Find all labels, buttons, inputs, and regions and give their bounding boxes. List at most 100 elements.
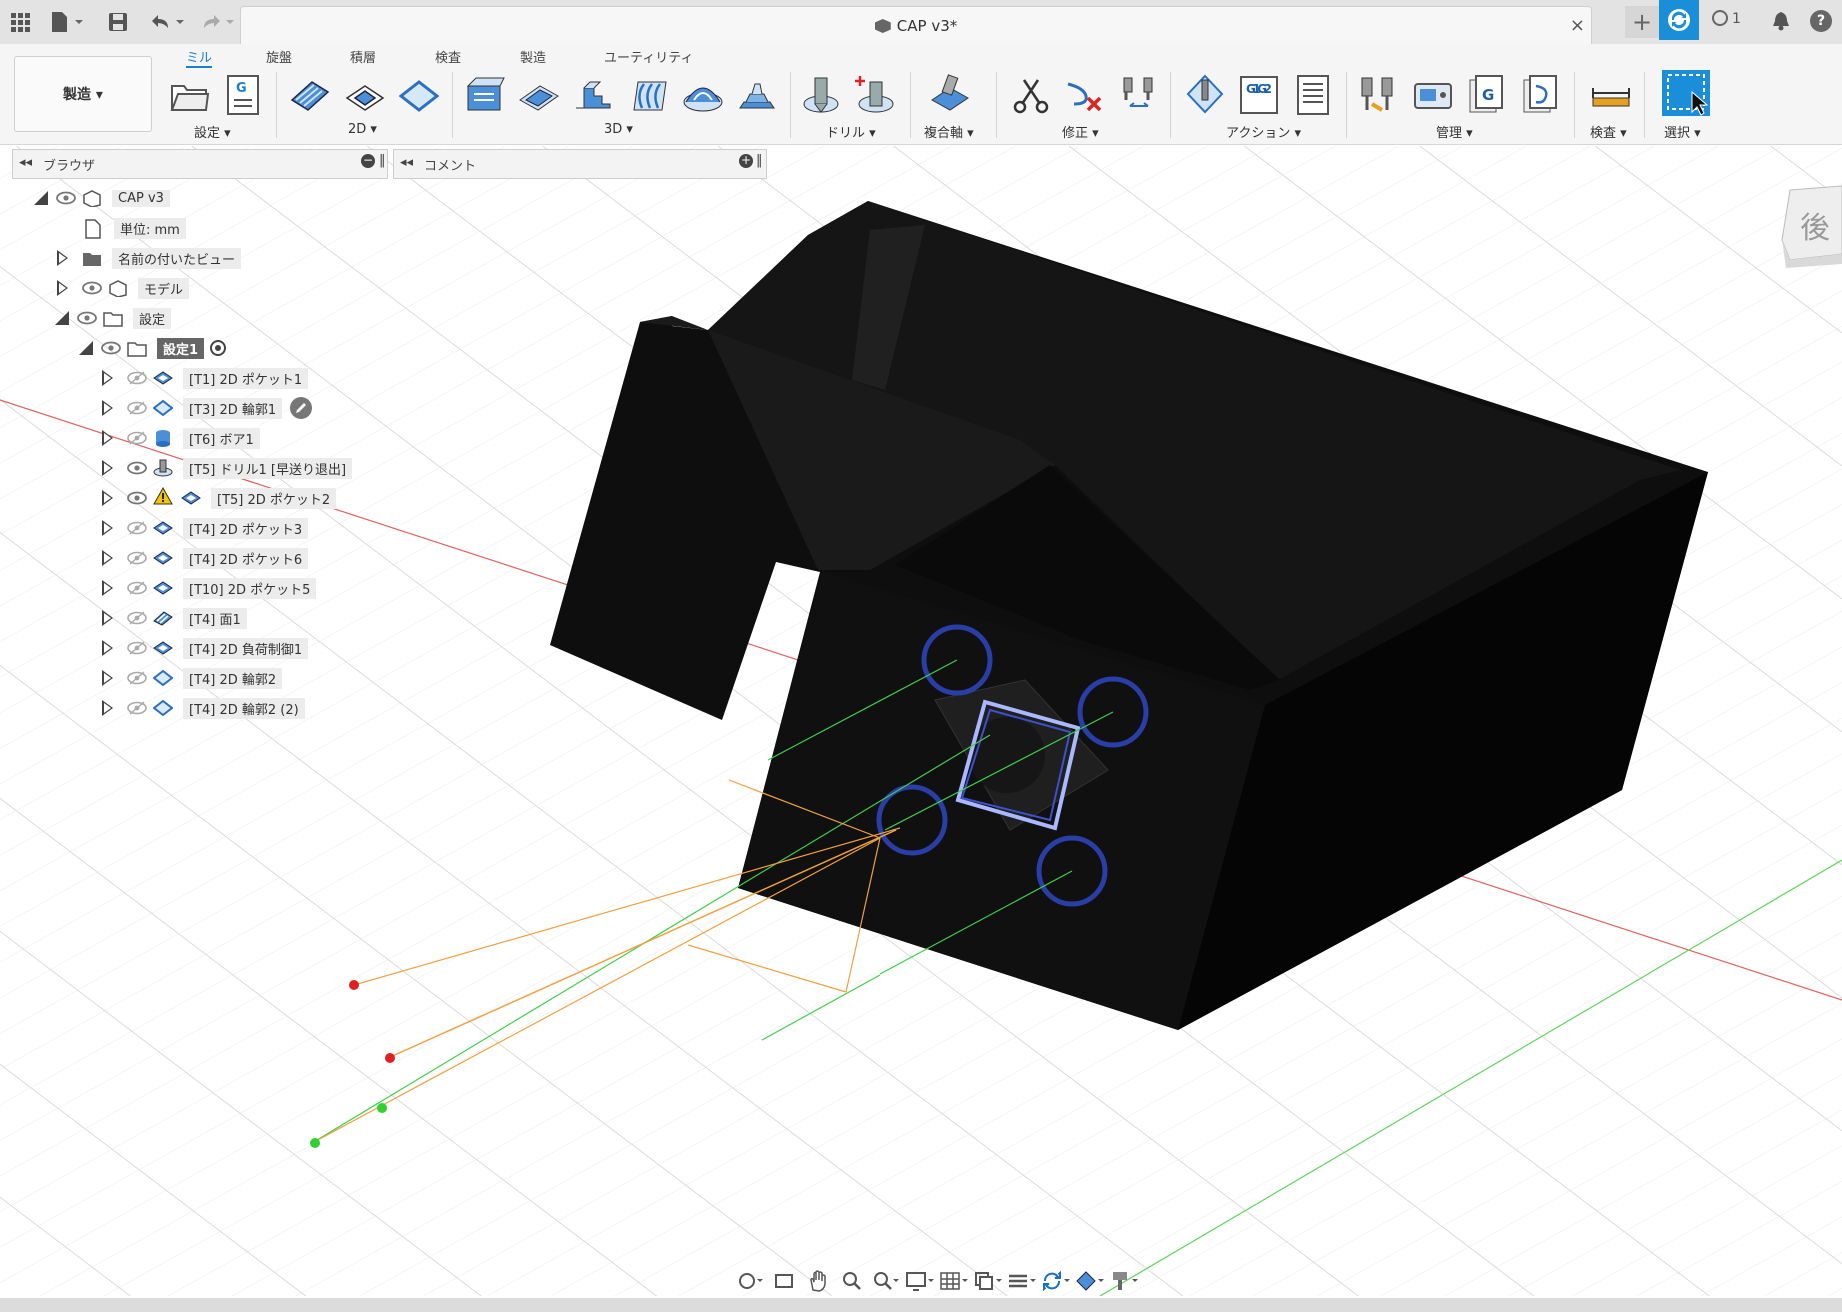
tab-utilities[interactable]: ユーティリティ [604,47,693,66]
collapse-arrow-icon[interactable] [55,311,69,325]
expand-arrow-icon[interactable] [102,670,113,686]
tool-manage-icon[interactable] [1358,74,1400,116]
eye-icon[interactable] [127,371,147,385]
setup-group-label[interactable]: 設定 ▾ [194,122,231,141]
machine-library-icon[interactable] [1412,74,1454,116]
contour-3d-icon[interactable] [736,74,778,116]
file-menu-icon[interactable] [46,8,86,36]
orbit-icon[interactable] [735,1267,765,1295]
2d-adaptive-icon[interactable] [344,74,386,116]
eye-icon[interactable] [77,311,97,325]
expand-arrow-icon[interactable] [102,370,113,386]
multiaxis-icon[interactable] [928,74,970,116]
eye-icon[interactable] [127,431,147,445]
eye-icon[interactable] [127,671,147,685]
stock-display-icon[interactable] [1007,1267,1037,1295]
cut-scissors-icon[interactable] [1010,74,1052,116]
setup-sheet-icon[interactable] [1292,74,1334,116]
eye-icon[interactable] [127,461,147,475]
help-icon[interactable]: ? [1810,10,1832,32]
eye-icon[interactable] [127,401,147,415]
active-setup-target-icon[interactable] [210,340,227,356]
expand-arrow-icon[interactable] [102,520,113,536]
actions-group-label[interactable]: アクション ▾ [1226,122,1301,141]
tool-library-icon[interactable] [1118,74,1160,116]
operation-row[interactable]: [T5] ドリル1 [早送り退出] [102,456,353,480]
zoom-icon[interactable] [837,1267,867,1295]
operation-row[interactable]: [T4] 2D ポケット6 [102,546,309,570]
collapse-arrow-icon[interactable] [79,341,93,355]
tree-root[interactable]: CAP v3 [34,186,170,210]
grid-settings-icon[interactable] [939,1267,969,1295]
nc-program-icon[interactable]: G [222,74,264,116]
eye-icon[interactable] [101,341,121,355]
eye-icon[interactable] [127,641,147,655]
measure-icon[interactable] [1590,74,1632,116]
tab-additive[interactable]: 積層 [350,47,376,66]
comments-panel-header[interactable]: ◂◂ コメント + ‖ [393,149,767,179]
eye-icon[interactable] [127,581,147,595]
view-cube[interactable]: 後 [1781,185,1842,268]
2d-group-label[interactable]: 2D ▾ [348,122,377,137]
tab-inspection[interactable]: 検査 [435,47,461,66]
expand-arrow-icon[interactable] [102,460,113,476]
save-icon[interactable] [104,8,132,36]
post-process-icon[interactable]: G1G2 [1238,74,1280,116]
manage-group-label[interactable]: 管理 ▾ [1436,122,1473,141]
refresh-icon[interactable] [1041,1267,1071,1295]
app-grid-icon[interactable] [6,8,34,36]
minus-circle-icon[interactable]: − [361,154,375,168]
eye-icon[interactable] [127,701,147,715]
eye-icon[interactable] [127,521,147,535]
expand-arrow-icon[interactable] [102,700,113,716]
eye-icon[interactable] [56,191,76,205]
operation-row[interactable]: [T10] 2D ポケット5 [102,576,317,600]
new-tab-icon[interactable]: + [1625,6,1659,38]
2d-contour-icon[interactable] [398,74,440,116]
operation-row[interactable]: [T3] 2D 輪郭1 [102,396,313,420]
select-icon[interactable] [1662,70,1710,116]
operation-row[interactable]: [T1] 2D ポケット1 [102,366,309,390]
zoom-window-icon[interactable] [871,1267,901,1295]
operation-row[interactable]: [T4] 2D ポケット3 [102,516,309,540]
tree-setup1[interactable]: 設定1 [79,336,227,360]
steep-and-shallow-icon[interactable] [572,74,614,116]
expand-arrow-icon[interactable] [102,580,113,596]
edit-pencil-icon[interactable] [290,397,313,419]
close-tab-icon[interactable]: × [1570,15,1585,36]
3d-pocket-icon[interactable] [518,74,560,116]
select-group-label[interactable]: 選択 ▾ [1664,122,1701,141]
tree-model[interactable]: モデル [57,276,190,300]
tool-display-icon[interactable] [1109,1267,1139,1295]
operation-row[interactable]: [T4] 2D 負荷制御1 [102,636,309,660]
3d-group-label[interactable]: 3D ▾ [604,122,633,137]
inspect-group-label[interactable]: 検査 ▾ [1590,122,1627,141]
pan-hand-icon[interactable] [803,1267,833,1295]
document-tab[interactable]: CAP v3* × [240,6,1592,45]
template-library-icon[interactable] [1520,74,1562,116]
modify-group-label[interactable]: 修正 ▾ [1062,122,1099,141]
hole-recognition-icon[interactable] [854,74,896,116]
tab-fabrication[interactable]: 製造 [520,47,546,66]
tree-setups[interactable]: 設定 [55,306,172,330]
notification-bell-icon[interactable] [1770,10,1792,36]
operation-row[interactable]: [T4] 2D 輪郭2 [102,666,283,690]
expand-arrow-icon[interactable] [57,280,68,296]
expand-arrow-icon[interactable] [57,250,68,266]
expand-arrow-icon[interactable] [102,490,113,506]
panel-grip-icon[interactable]: ‖ [379,153,386,168]
operation-row[interactable]: [T4] 2D 輪郭2 (2) [102,696,305,720]
eye-icon[interactable] [82,281,102,295]
operation-row[interactable]: [T6] ボア1 [102,426,260,450]
viewports-icon[interactable] [973,1267,1003,1295]
display-settings-icon[interactable] [905,1267,935,1295]
stock-shading-icon[interactable] [1075,1267,1105,1295]
tab-turning[interactable]: 旋盤 [266,47,292,66]
tree-units[interactable]: 単位: mm [84,216,186,240]
undo-icon[interactable] [146,8,186,36]
expand-arrow-icon[interactable] [102,610,113,626]
multiaxis-group-label[interactable]: 複合軸 ▾ [924,122,974,141]
3d-viewport[interactable]: 後 [0,146,1842,1296]
plus-circle-icon[interactable]: + [739,154,753,168]
workspace-switcher[interactable]: 製造 ▾ [14,56,152,132]
